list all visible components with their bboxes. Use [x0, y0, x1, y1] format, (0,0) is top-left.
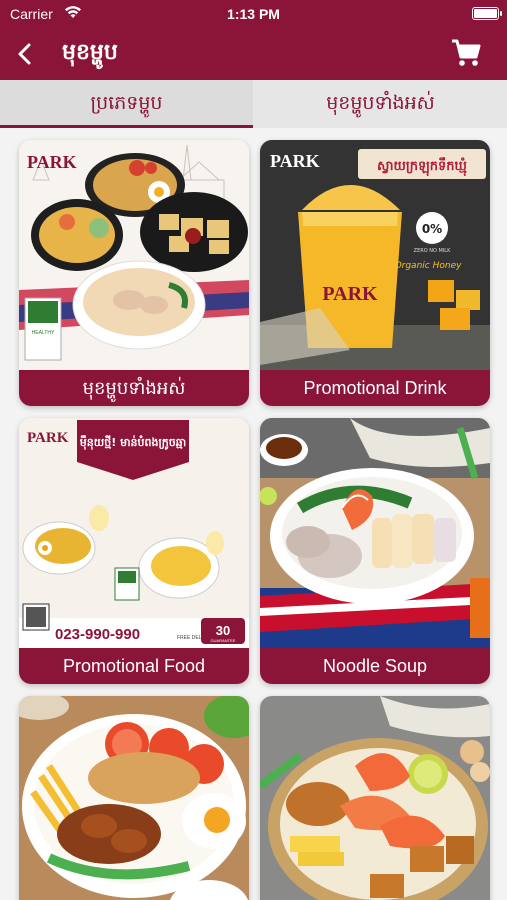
brand-logo-text: PARK: [270, 151, 320, 171]
organic-honey-text: Organic Honey: [395, 261, 463, 271]
drink-banner-text: ស្វាយក្រឡុកទឹកឃ្មុំ: [377, 157, 468, 176]
tab-all-dishes[interactable]: មុខម្ហូបទាំងអស់: [254, 80, 507, 128]
cart-icon[interactable]: [449, 36, 483, 70]
zero-milk-caption: ZERO NO MILK: [414, 248, 451, 254]
all-dishes-image: PARK HEALTHY: [19, 140, 249, 370]
fried-rice-image: [19, 696, 249, 900]
nav-bar: មុខម្ហូប: [0, 28, 507, 80]
category-card-shrimp-noodle[interactable]: [260, 696, 490, 900]
noodle-soup-image: [260, 418, 490, 648]
tab-bar: ប្រភេទម្ហូប មុខម្ហូបទាំងអស់: [0, 80, 507, 128]
tab-categories[interactable]: ប្រភេទម្ហូប: [0, 80, 253, 128]
category-card-fried-rice[interactable]: [19, 696, 249, 900]
battery-icon: [472, 7, 502, 20]
mango-smoothie-image: PARK ស្វាយក្រឡុកទឹកឃ្មុំ PARK 0% ZERO NO…: [260, 140, 490, 370]
header: Carrier 1:13 PM មុខម្ហូប: [0, 0, 507, 80]
category-card-promotional-food[interactable]: PARK ម៉ឺនុយថ្មី! មាន់បំពងក្រូចឆ្មា 023-9…: [19, 418, 249, 684]
status-bar: Carrier 1:13 PM: [0, 0, 507, 28]
food-banner-text: ម៉ឺនុយថ្មី! មាន់បំពងក្រូចឆ្មា: [80, 435, 186, 450]
healthy-badge-text: HEALTHY: [32, 330, 55, 336]
zero-milk-badge: 0%: [422, 222, 442, 236]
brand-logo-text: PARK: [27, 152, 77, 172]
brand-logo-text: PARK: [27, 430, 69, 446]
category-card-noodle-soup[interactable]: Noodle Soup: [260, 418, 490, 684]
promo-food-image: PARK ម៉ឺនុយថ្មី! មាន់បំពងក្រូចឆ្មា 023-9…: [19, 418, 249, 648]
guarantee-text: GUARANTEE: [211, 638, 236, 643]
cup-logo-text: PARK: [322, 283, 378, 305]
tab-categories-label: ប្រភេទម្ហូប: [90, 92, 163, 114]
promo-phone-number: 023-990-990: [55, 626, 140, 643]
category-label-promotional-drink: Promotional Drink: [260, 370, 490, 406]
clock: 1:13 PM: [227, 6, 280, 22]
category-label-all-dishes: មុខម្ហូបទាំងអស់: [19, 370, 249, 406]
category-card-promotional-drink[interactable]: PARK ស្វាយក្រឡុកទឹកឃ្មុំ PARK 0% ZERO NO…: [260, 140, 490, 406]
thirty-minute-badge: 30: [216, 623, 230, 638]
category-card-all-dishes[interactable]: PARK HEALTHY មុខម្ហូបទាំងអស់: [19, 140, 249, 406]
category-label-promotional-food: Promotional Food: [19, 648, 249, 684]
page-title: មុខម្ហូប: [62, 40, 118, 65]
shrimp-noodle-image: [260, 696, 490, 900]
category-grid: PARK HEALTHY មុខម្ហូបទាំងអស់ PARK ស្វាយក…: [0, 128, 507, 900]
back-button[interactable]: [10, 38, 42, 70]
tab-all-dishes-label: មុខម្ហូបទាំងអស់: [326, 92, 435, 114]
category-label-noodle-soup: Noodle Soup: [260, 648, 490, 684]
